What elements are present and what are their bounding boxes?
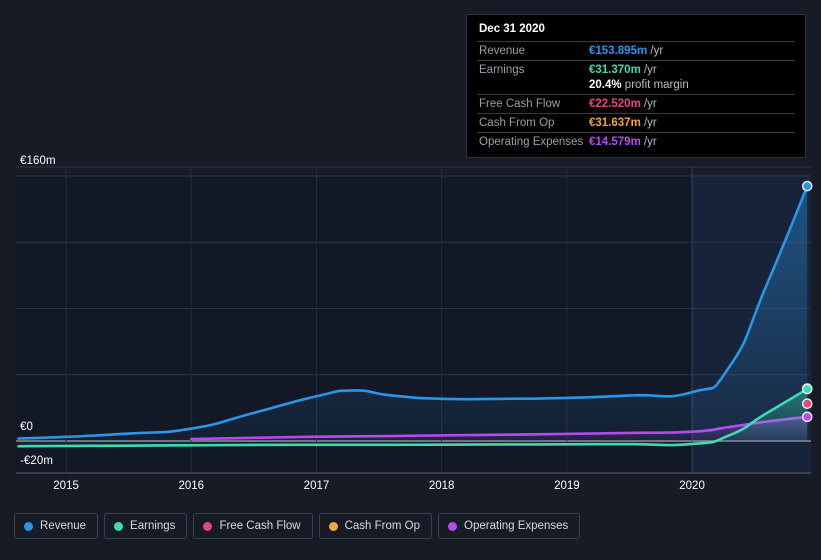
tooltip-row-value: €31.637m /yr xyxy=(587,113,795,133)
tooltip-row-value: €153.895m /yr xyxy=(587,41,795,61)
tooltip-profit-margin-value-cell: 20.4% profit margin xyxy=(587,79,795,95)
x-axis-label-2019: 2019 xyxy=(554,480,580,492)
tooltip-row-amount: €153.895m xyxy=(589,45,648,57)
tooltip-date: Dec 31 2020 xyxy=(479,23,545,35)
legend-item-label: Revenue xyxy=(40,520,87,532)
tooltip-row-amount: €22.520m xyxy=(589,98,641,110)
tooltip-row-unit: /yr xyxy=(640,64,657,76)
tooltip-row-value: €31.370m /yr xyxy=(587,60,795,79)
legend-item-label: Cash From Op xyxy=(344,520,421,532)
tooltip-row-label: Earnings xyxy=(477,60,587,79)
x-axis-label-2016: 2016 xyxy=(178,480,205,492)
tooltip-row-amount: €31.370m xyxy=(589,64,641,76)
endpoint-marker-operating-expenses xyxy=(801,411,813,423)
tooltip-row-amount: €31.637m xyxy=(589,117,641,129)
legend-color-dot-icon xyxy=(24,521,33,531)
financial-chart: €160m €0 -€20m 2015 2016 2017 2018 2019 2020 … xyxy=(0,0,821,560)
legend-item-revenue[interactable]: Revenue xyxy=(14,513,99,539)
legend-item-label: Free Cash Flow xyxy=(219,520,301,532)
tooltip-profit-margin-label: profit margin xyxy=(621,79,689,91)
y-axis-label-top: €160m xyxy=(20,155,56,167)
chart-legend[interactable]: Revenue Earnings Free Cash Flow Cash From O… xyxy=(14,513,581,539)
tooltip-row: Cash From Op €31.637m /yr xyxy=(477,113,795,133)
tooltip-profit-margin-spacer xyxy=(477,79,587,95)
tooltip-row-label: Free Cash Flow xyxy=(477,94,587,114)
tooltip-row-amount: €14.579m xyxy=(589,136,641,148)
tooltip-row-value: €14.579m /yr xyxy=(587,132,795,151)
tooltip-row-label: Operating Expenses xyxy=(477,132,587,151)
tooltip-row: Free Cash Flow €22.520m /yr xyxy=(477,94,795,114)
legend-color-dot-icon xyxy=(448,521,458,531)
endpoint-marker-earnings xyxy=(801,383,813,395)
x-axis-label-2015: 2015 xyxy=(53,480,79,492)
legend-item-operating-expenses[interactable]: Operating Expenses xyxy=(438,513,581,539)
legend-color-dot-icon xyxy=(203,521,213,531)
legend-item-earnings[interactable]: Earnings xyxy=(104,513,188,539)
tooltip-row-label: Cash From Op xyxy=(477,113,587,133)
tooltip-row-unit: /yr xyxy=(640,117,657,129)
x-axis-label-2017: 2017 xyxy=(303,480,330,492)
tooltip-row: Earnings €31.370m /yr xyxy=(477,60,795,79)
tooltip-row-unit: /yr xyxy=(647,45,664,57)
tooltip-row: Operating Expenses €14.579m /yr xyxy=(477,132,795,151)
tooltip-profit-margin-value: 20.4% xyxy=(589,79,622,91)
legend-item-cash-from-op[interactable]: Cash From Op xyxy=(318,513,433,539)
tooltip-table: Revenue €153.895m /yr Earnings €31.370m /yr… xyxy=(477,41,795,151)
legend-color-dot-icon xyxy=(114,521,124,531)
tooltip-row: Revenue €153.895m /yr xyxy=(477,41,795,61)
endpoint-marker-revenue xyxy=(801,180,813,192)
x-axis-label-2020: 2020 xyxy=(679,480,705,492)
endpoint-marker-free-cash-flow xyxy=(801,398,813,410)
legend-color-dot-icon xyxy=(328,521,338,531)
tooltip-row-label: Revenue xyxy=(477,41,587,61)
tooltip-row-unit: /yr xyxy=(640,98,657,110)
y-axis-label-bottom: -€20m xyxy=(20,455,54,467)
x-axis-label-2018: 2018 xyxy=(428,480,455,492)
tooltip-row-value: €22.520m /yr xyxy=(587,94,795,114)
legend-item-label: Operating Expenses xyxy=(464,520,569,532)
y-axis-label-zero: €0 xyxy=(20,421,33,433)
tooltip-row-unit: /yr xyxy=(640,136,657,148)
legend-item-label: Earnings xyxy=(130,520,176,532)
legend-item-free-cash-flow[interactable]: Free Cash Flow xyxy=(193,513,313,539)
tooltip-profit-margin-row: 20.4% profit margin xyxy=(477,79,795,95)
chart-tooltip: Dec 31 2020 Revenue €153.895m /yr Earnings… xyxy=(466,14,806,158)
